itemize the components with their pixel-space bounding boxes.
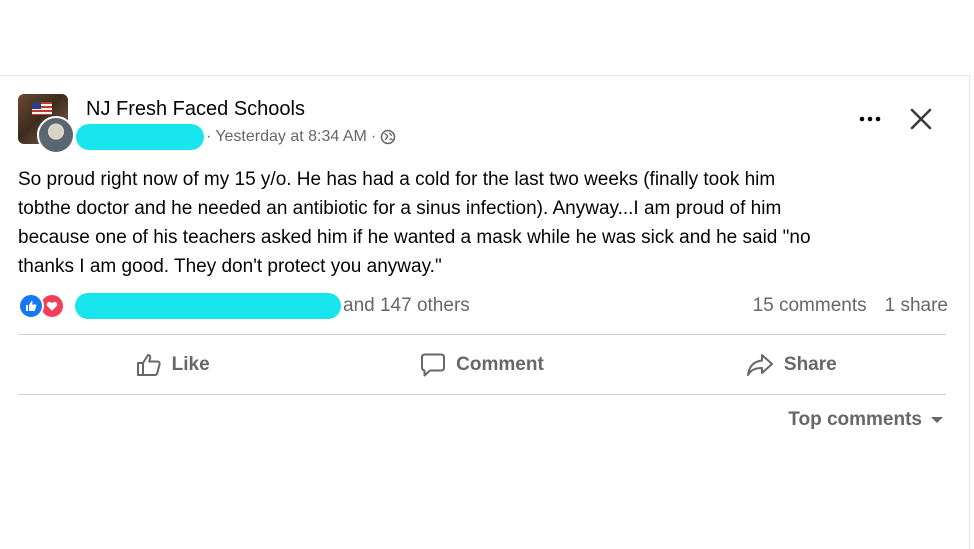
post-timestamp[interactable]: Yesterday at 8:34 AM [215,128,367,146]
like-button[interactable]: Like [18,336,327,394]
divider [18,394,946,395]
more-options-button[interactable] [850,102,890,136]
post-text-line: So proud right now of my 15 y/o. He has … [18,169,776,190]
share-arrow-icon [746,354,773,376]
post-text-line: because one of his teachers asked him if… [18,227,811,248]
meta-separator: · [370,128,377,145]
meta-separator: · [206,128,212,145]
comments-sort-label: Top comments [788,409,922,430]
like-label: Like [171,354,210,375]
reactors-others-link[interactable]: and 147 others [343,295,470,317]
comment-button[interactable]: Comment [327,336,636,394]
engagement-counts: 15 comments 1 share [753,295,948,317]
caret-down-icon [931,417,943,423]
ellipsis-icon [859,116,881,122]
reactions-summary: and 147 others 15 comments 1 share [18,291,948,321]
divider [18,334,946,335]
redacted-reactor-names [75,293,341,319]
post-text-line: tobthe doctor and he needed an antibioti… [18,198,782,219]
post-body-text: So proud right now of my 15 y/o. He has … [18,165,918,281]
comments-count-link[interactable]: 15 comments [753,295,867,317]
post-text-line: thanks I am good. They don't protect you… [18,256,442,277]
post-actions: Like Comment Share [18,336,946,394]
page-name-link[interactable]: NJ Fresh Faced Schools [86,98,305,121]
comment-label: Comment [456,354,544,375]
close-button[interactable] [902,102,940,136]
share-label: Share [783,354,837,375]
post-author-avatars[interactable] [18,94,75,154]
post-meta: · Yesterday at 8:34 AM · [76,124,396,150]
comment-bubble-icon [421,353,446,377]
comments-sort-dropdown[interactable]: Top comments [788,409,944,431]
like-reaction-icon [18,293,44,319]
redacted-author-name [76,124,204,150]
user-avatar[interactable] [37,116,75,154]
flag-icon [32,102,52,115]
post-card: NJ Fresh Faced Schools · Yesterday at 8:… [0,75,970,549]
globe-icon[interactable] [380,129,396,145]
shares-count-link[interactable]: 1 share [885,295,948,317]
close-icon [910,108,932,130]
reaction-icons[interactable] [18,293,65,319]
share-button[interactable]: Share [637,336,946,394]
thumbs-up-icon [136,354,161,376]
